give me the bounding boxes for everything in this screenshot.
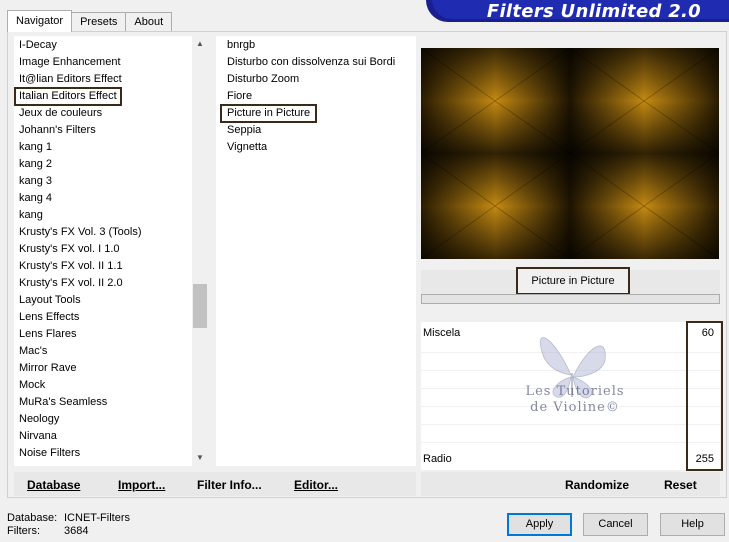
category-item[interactable]: Mac's (19, 343, 47, 360)
category-item[interactable]: Italian Editors Effect (14, 87, 122, 106)
status-filters-value: 3684 (64, 525, 89, 537)
editor-button[interactable]: Editor... (294, 477, 338, 493)
status-database-value: ICNET-Filters (64, 512, 130, 524)
watermark-line-1: Les Tutoriels (525, 384, 625, 399)
category-item[interactable]: kang 4 (19, 190, 52, 207)
cancel-button[interactable]: Cancel (583, 513, 648, 536)
preview-image (421, 48, 719, 259)
randomize-button[interactable]: Randomize (565, 477, 629, 493)
category-item[interactable]: kang 3 (19, 173, 52, 190)
category-item[interactable]: Nirvana (19, 428, 57, 445)
filter-item[interactable]: Vignetta (227, 139, 267, 156)
status-area: Database: ICNET-Filters Filters: 3684 (7, 512, 130, 538)
category-item[interactable]: Krusty's FX vol. II 2.0 (19, 275, 123, 292)
progress-bar (421, 294, 720, 304)
filter-item[interactable]: Disturbo con dissolvenza sui Bordi (227, 54, 395, 71)
import-label: Import... (118, 478, 166, 492)
category-item[interactable]: I-Decay (19, 37, 57, 54)
category-item[interactable]: kang 2 (19, 156, 52, 173)
category-item[interactable]: kang 1 (19, 139, 52, 156)
chevron-up-icon[interactable]: ▲ (192, 36, 208, 52)
category-item[interactable]: Mirror Rave (19, 360, 76, 377)
watermark-text: Les Tutoriels de Violine© (520, 384, 630, 416)
category-item[interactable]: Johann's Filters (19, 122, 96, 139)
category-list[interactable]: I-Decay Image Enhancement It@lian Editors … (14, 36, 208, 466)
category-item[interactable]: Layout Tools (19, 292, 81, 309)
title-banner: Filters Unlimited 2.0 (426, 0, 729, 22)
scrollbar-thumb[interactable] (193, 284, 207, 328)
filter-info-label: Filter Info... (197, 478, 262, 492)
watermark-line-2: de Violine© (530, 400, 620, 415)
category-item[interactable]: Krusty's FX vol. II 1.1 (19, 258, 123, 275)
filter-list[interactable]: bnrgb Disturbo con dissolvenza sui Bordi D… (216, 36, 416, 466)
reset-button[interactable]: Reset (664, 477, 697, 493)
param-row-divider (421, 442, 720, 443)
category-item[interactable]: Mock (19, 377, 45, 394)
param-radio-label: Radio (423, 453, 452, 465)
category-item[interactable]: Krusty's FX Vol. 3 (Tools) (19, 224, 142, 241)
filter-item[interactable]: Picture in Picture (219, 104, 318, 123)
editor-label: Editor... (294, 478, 339, 492)
banner-title: Filters Unlimited 2.0 (486, 1, 701, 22)
filter-title: Picture in Picture (516, 267, 630, 295)
chevron-down-icon[interactable]: ▼ (192, 450, 208, 466)
param-miscela-label: Miscela (423, 327, 461, 339)
status-database-key: Database: (7, 512, 58, 524)
apply-button[interactable]: Apply (507, 513, 572, 536)
category-item[interactable]: Jeux de couleurs (19, 105, 102, 122)
category-item[interactable]: It@lian Editors Effect (19, 71, 122, 88)
help-button[interactable]: Help (660, 513, 725, 536)
tab-navigator[interactable]: Navigator (7, 10, 73, 32)
database-label: Database (27, 478, 81, 492)
tab-presets[interactable]: Presets (71, 12, 127, 32)
category-scrollbar[interactable]: ▲ ▼ (192, 36, 208, 466)
filter-item[interactable]: Fiore (227, 88, 252, 105)
filter-item[interactable]: Disturbo Zoom (227, 71, 299, 88)
filter-item[interactable]: bnrgb (227, 37, 255, 54)
category-item[interactable]: kang (19, 207, 43, 224)
filter-info-button[interactable]: Filter Info... (197, 477, 262, 493)
import-button[interactable]: Import... (118, 477, 165, 493)
category-item[interactable]: Lens Effects (19, 309, 79, 326)
database-button[interactable]: Database (27, 477, 80, 493)
category-item[interactable]: Lens Flares (19, 326, 76, 343)
category-item[interactable]: Neology (19, 411, 59, 428)
values-highlight-box (686, 321, 723, 471)
status-filters-key: Filters: (7, 525, 40, 537)
category-item[interactable]: Image Enhancement (19, 54, 121, 71)
filter-item[interactable]: Seppia (227, 122, 261, 139)
category-item[interactable]: Krusty's FX vol. I 1.0 (19, 241, 120, 258)
category-item[interactable]: Noise Filters (19, 445, 80, 462)
category-item[interactable]: MuRa's Seamless (19, 394, 107, 411)
tab-about[interactable]: About (125, 12, 173, 32)
tab-bar: Navigator Presets About (7, 10, 173, 32)
